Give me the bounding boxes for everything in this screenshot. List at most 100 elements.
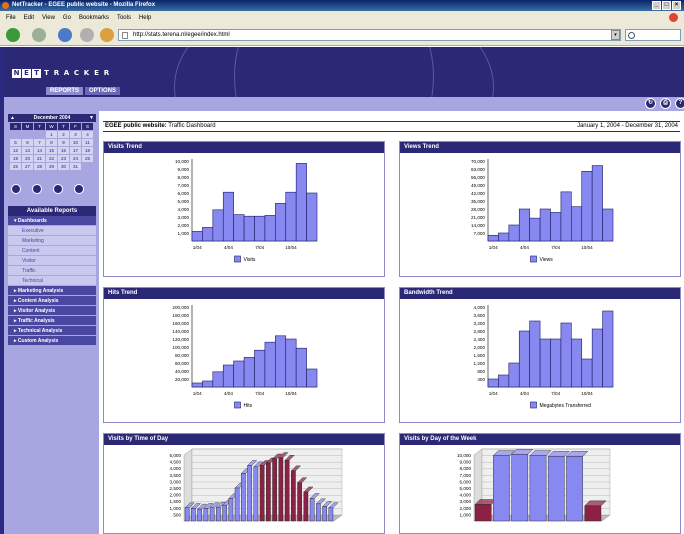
report-item-technical-analysis[interactable]: Technical Analysis [8,326,96,336]
calendar-day[interactable]: 11 [82,139,93,146]
calendar-day[interactable]: 17 [70,147,81,154]
bar [309,498,315,522]
print-icon[interactable]: ⎙ [660,98,671,109]
calendar-day[interactable]: 22 [46,155,57,162]
logo-letter: T [32,69,41,78]
calendar-day[interactable]: 7 [34,139,45,146]
report-item-custom-analysis[interactable]: Custom Analysis [8,336,96,346]
x-tick-label: 1/04 [489,245,498,250]
calendar-day[interactable]: 27 [22,163,33,170]
chart-svg: 1,000 2,000 3,000 4,000 5,000 6,000 7,000 8,000… [175,159,318,263]
calendar-day[interactable]: 23 [58,155,69,162]
calendar-day[interactable]: 5 [10,139,21,146]
bar [550,338,562,388]
y-tick-label: 20,000 [175,377,189,382]
menu-view[interactable]: View [42,15,55,21]
calendar-day[interactable]: 18 [82,147,93,154]
bar [529,217,541,242]
calendar-day[interactable]: 25 [82,155,93,162]
prev-month-icon[interactable]: ▲ [10,114,15,122]
calendar-day[interactable]: 20 [22,155,33,162]
minimize-button[interactable]: _ [652,1,661,10]
calendar-day[interactable]: 31 [70,163,81,170]
day-view-icon[interactable] [11,184,21,194]
calendar-day[interactable]: 15 [46,147,57,154]
menu-go[interactable]: Go [63,15,71,21]
url-dropdown-button[interactable]: ▾ [611,30,620,40]
calendar-day[interactable]: 30 [58,163,69,170]
refresh-icon[interactable]: ↻ [645,98,656,109]
y-tick-label: 3,000 [178,215,190,220]
calendar-day[interactable]: 9 [58,139,69,146]
report-item-traffic-analysis[interactable]: Traffic Analysis [8,316,96,326]
bar [328,507,334,522]
forward-icon[interactable] [32,28,46,42]
logo-letter: E [22,69,31,78]
x-tick-label: 10/04 [285,245,297,250]
home-icon[interactable] [100,28,114,42]
next-month-icon[interactable]: ▼ [89,114,94,122]
menu-bookmarks[interactable]: Bookmarks [79,15,109,21]
maximize-button[interactable]: □ [662,1,671,10]
calendar-day[interactable]: 19 [10,155,21,162]
calendar-day[interactable]: 24 [70,155,81,162]
bar [202,380,214,388]
calendar-day[interactable]: 2 [58,131,69,138]
tab-options[interactable]: OPTIONS [85,87,121,95]
report-item-technical[interactable]: Technical [8,276,96,286]
tab-reports[interactable]: REPORTS [46,87,84,95]
bar [184,507,190,522]
help-icon[interactable]: ? [675,98,684,109]
calendar-day[interactable]: 1 [46,131,57,138]
close-button[interactable]: × [672,1,681,10]
menu-tools[interactable]: Tools [117,15,131,21]
calendar-day[interactable]: 16 [58,147,69,154]
bar [474,504,492,522]
page-icon [122,32,128,39]
menu-edit[interactable]: Edit [24,15,34,21]
report-item-traffic[interactable]: Traffic [8,266,96,276]
calendar-day[interactable]: 29 [46,163,57,170]
calendar-day[interactable]: 6 [22,139,33,146]
y-tick-label: 800 [477,369,485,374]
report-item-visitor[interactable]: Visitor [8,256,96,266]
menu-file[interactable]: File [6,15,16,21]
x-tick-label: 7/04 [551,245,560,250]
url-input[interactable]: http://stats.terena.nl/egee/index.html [118,29,621,41]
report-item-marketing-analysis[interactable]: Marketing Analysis [8,286,96,296]
y-tick-label: 1,200 [474,361,486,366]
stop-icon[interactable] [80,28,94,42]
report-item-content-analysis[interactable]: Content Analysis [8,296,96,306]
back-icon[interactable] [6,28,20,42]
y-tick-label: 7,000 [178,183,190,188]
calendar-day[interactable]: 3 [70,131,81,138]
menu-help[interactable]: Help [139,15,151,21]
year-view-icon[interactable] [74,184,84,194]
report-item-executive[interactable]: Executive [8,226,96,236]
calendar-day[interactable]: 13 [22,147,33,154]
bar [591,328,603,388]
calendar-day[interactable]: 12 [10,147,21,154]
report-item-marketing[interactable]: Marketing [8,236,96,246]
bar [254,349,266,388]
bar [247,465,252,522]
bar [266,462,271,522]
report-item-dashboards[interactable]: Dashboards [8,216,96,226]
calendar-day[interactable]: 4 [82,131,93,138]
report-item-visitor-analysis[interactable]: Visitor Analysis [8,306,96,316]
report-item-content[interactable]: Content [8,246,96,256]
calendar-day[interactable]: 21 [34,155,45,162]
chart-panel: Visits by Time of Day 500 1,000 1,500 2,000 2… [103,433,385,534]
calendar-day[interactable]: 10 [70,139,81,146]
reload-icon[interactable] [58,28,72,42]
month-view-icon[interactable] [53,184,63,194]
x-tick-label: 1/04 [489,391,498,396]
chart-panel: Views Trend 7,000 14,000 21,000 28,000 35,000… [399,141,681,277]
calendar-day[interactable]: 28 [34,163,45,170]
y-tick-label: 3,200 [474,321,486,326]
calendar-day[interactable]: 8 [46,139,57,146]
week-view-icon[interactable] [32,184,42,194]
calendar-day[interactable]: 14 [34,147,45,154]
calendar-day[interactable]: 26 [10,163,21,170]
search-input[interactable] [625,29,681,41]
